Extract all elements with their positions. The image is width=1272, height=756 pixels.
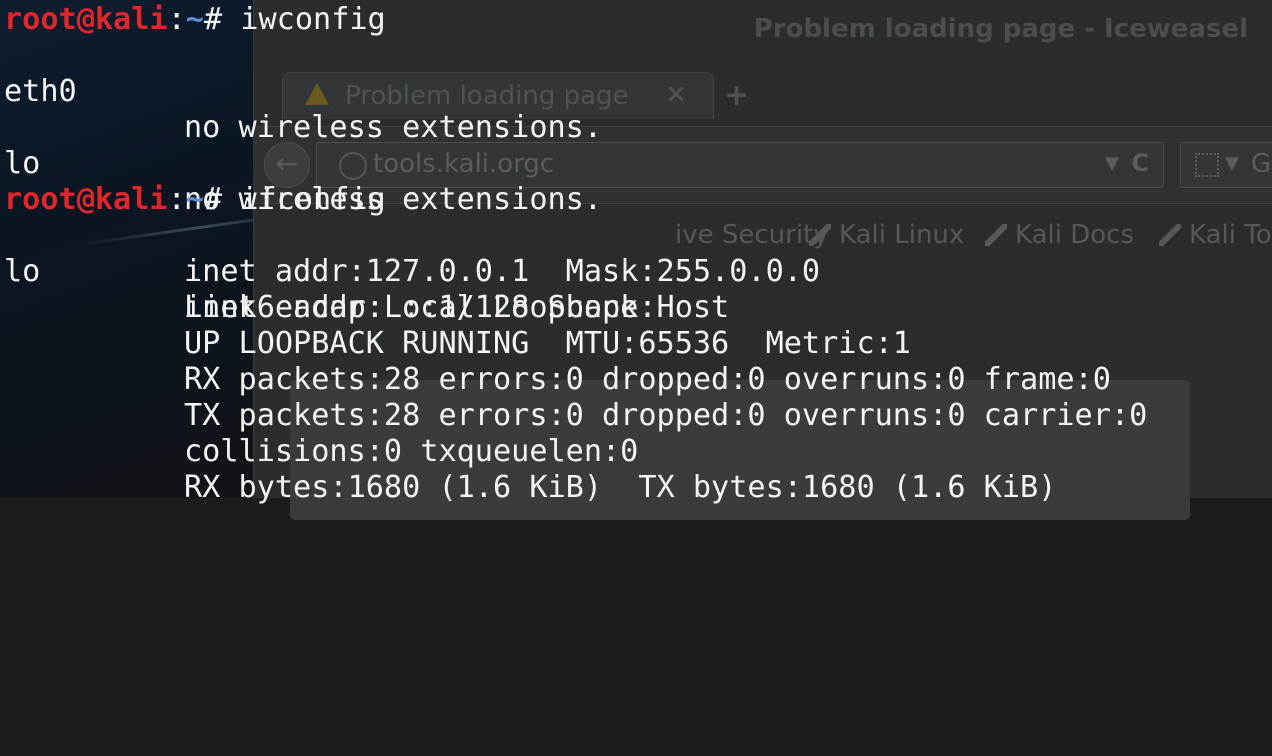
prompt-path: ~ (185, 182, 204, 217)
interface-detail: inet addr:127.0.0.1 Mask:255.0.0.0 (184, 254, 821, 289)
prompt-separator: : (167, 182, 186, 217)
prompt-path: ~ (185, 2, 204, 37)
terminal-command: iwconfig (240, 2, 386, 37)
terminal-prompt-line: root@kali:~# iwconfig (4, 2, 386, 38)
prompt-user-host: root@kali (4, 2, 168, 37)
interface-name: lo (4, 146, 41, 181)
prompt-user-host: root@kali (4, 182, 168, 217)
output-line: lo no wireless extensions. (0, 110, 1272, 217)
interface-name: lo (4, 254, 41, 289)
terminal[interactable]: root@kali:~# iwconfig eth0 no wireless e… (0, 0, 1272, 505)
interface-name: eth0 (4, 74, 77, 109)
terminal-command: ifconfig (240, 182, 386, 217)
terminal-prompt-line: root@kali:~# ifconfig (4, 182, 386, 218)
prompt-symbol: # (203, 2, 223, 37)
interface-detail: collisions:0 txqueuelen:0 (184, 434, 639, 469)
interface-detail: RX packets:28 errors:0 dropped:0 overrun… (184, 362, 1111, 397)
output-line: eth0 no wireless extensions. (0, 38, 1272, 145)
interface-detail: inet6 addr: ::1/128 Scope:Host (184, 290, 730, 325)
interface-detail: TX packets:28 errors:0 dropped:0 overrun… (184, 398, 1148, 433)
interface-detail: RX bytes:1680 (1.6 KiB) TX bytes:1680 (1… (184, 470, 1057, 505)
output-line: lo Link encap:Local Loopback (0, 218, 1272, 325)
prompt-separator: : (167, 2, 186, 37)
prompt-symbol: # (203, 182, 223, 217)
interface-detail: UP LOOPBACK RUNNING MTU:65536 Metric:1 (184, 326, 911, 361)
